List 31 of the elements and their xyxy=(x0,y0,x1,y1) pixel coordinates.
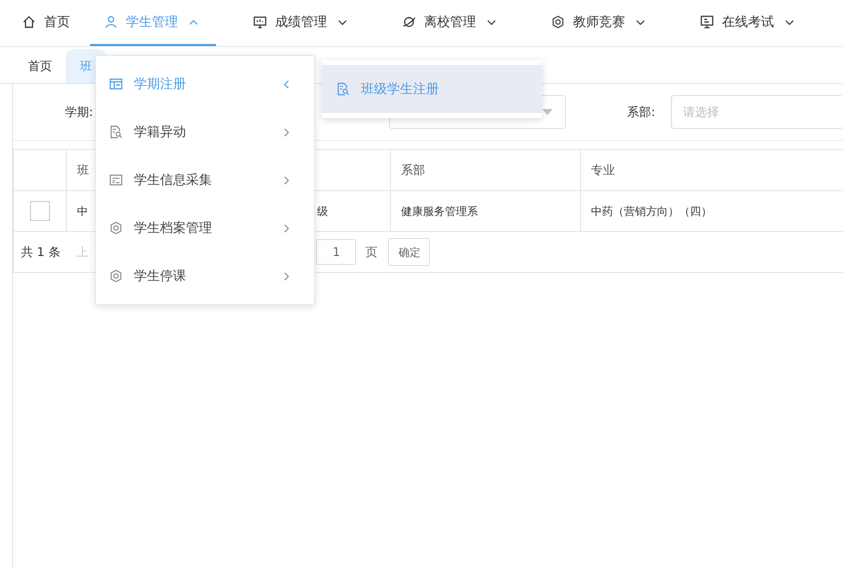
table-cell: 健康服务管理系 xyxy=(391,191,581,231)
page-input[interactable]: 1 xyxy=(316,239,356,265)
user-icon xyxy=(104,15,118,29)
tab[interactable]: 首页 xyxy=(14,49,66,83)
table-cell-text: 中药（营销方向）（四） xyxy=(590,204,713,220)
nav-item[interactable]: 教师竞赛 xyxy=(537,0,663,46)
hexagon-icon xyxy=(551,15,565,29)
hexagon-icon xyxy=(109,221,123,235)
total-count: 共 1 条 xyxy=(21,244,60,260)
department-label: 系部: xyxy=(627,104,656,120)
nav-item[interactable]: 离校管理 xyxy=(388,0,514,46)
nav-item[interactable]: 成绩管理 xyxy=(239,0,365,46)
column-header: 系部 xyxy=(391,150,581,190)
nav-item[interactable]: 在线考试 xyxy=(686,0,812,46)
dropdown-arrow-icon xyxy=(542,108,554,116)
checkbox[interactable] xyxy=(30,201,50,221)
nav-item[interactable]: 首页 xyxy=(8,0,84,46)
document-search-icon xyxy=(109,125,123,139)
menu-item[interactable]: 学生停课 xyxy=(96,252,314,300)
document-search-icon xyxy=(336,82,350,96)
term-label: 学期: xyxy=(65,104,94,120)
planet-icon xyxy=(402,15,416,29)
layout-icon xyxy=(109,77,123,91)
column-header: 专业 xyxy=(590,162,616,178)
home-icon xyxy=(22,15,36,29)
monitor-icon xyxy=(253,15,267,29)
page-unit-label: 页 xyxy=(365,244,378,260)
desktop-icon xyxy=(700,15,714,29)
confirm-button[interactable]: 确定 xyxy=(388,238,430,266)
id-card-icon xyxy=(109,173,123,187)
hexagon-icon xyxy=(109,269,123,283)
